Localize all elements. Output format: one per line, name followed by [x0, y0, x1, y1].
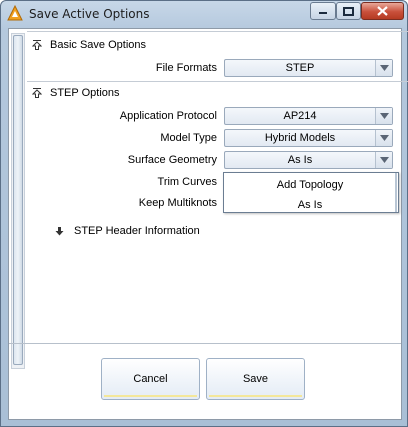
save-button[interactable]: Save: [206, 358, 305, 400]
model-type-label: Model Type: [160, 132, 217, 144]
file-formats-label: File Formats: [155, 62, 217, 74]
model-type-value: Hybrid Models: [264, 132, 336, 144]
surface-geometry-select[interactable]: As Is: [224, 151, 393, 169]
section-basic-header[interactable]: Basic Save Options: [32, 39, 146, 51]
maximize-icon: [343, 6, 354, 16]
expand-arrow-icon: [55, 226, 64, 235]
dropdown-option-add-topology[interactable]: Add Topology: [224, 179, 396, 197]
surface-geometry-dropdown-list[interactable]: Add Topology As Is: [223, 172, 399, 213]
dialog-content: Basic Save Options File Formats STEP STE…: [8, 28, 408, 420]
app-logo-icon: [7, 4, 23, 22]
trim-curves-label: Trim Curves: [157, 176, 217, 188]
file-formats-select[interactable]: STEP: [224, 59, 393, 77]
dialog-window: Save Active Options Basic Save Options F…: [0, 0, 408, 427]
surface-geometry-value: As Is: [287, 154, 313, 166]
minimize-button[interactable]: [310, 2, 336, 20]
vertical-scrollbar[interactable]: [11, 33, 25, 369]
model-type-select[interactable]: Hybrid Models: [224, 129, 393, 147]
section-step-header[interactable]: STEP Options: [32, 87, 120, 99]
chevron-down-icon[interactable]: [375, 152, 392, 168]
chevron-down-icon[interactable]: [375, 108, 392, 124]
application-protocol-value: AP214: [283, 110, 317, 122]
maximize-button[interactable]: [336, 2, 361, 20]
file-formats-value: STEP: [285, 62, 315, 74]
step-header-info-row[interactable]: STEP Header Information: [55, 225, 200, 237]
cancel-button[interactable]: Cancel: [101, 358, 200, 400]
scrollbar-thumb[interactable]: [13, 35, 23, 365]
surface-geometry-label: Surface Geometry: [127, 154, 217, 166]
collapse-icon: [32, 40, 42, 50]
keep-multiknots-label: Keep Multiknots: [138, 197, 217, 209]
window-title: Save Active Options: [29, 7, 150, 21]
dropdown-option-as-is[interactable]: As Is: [224, 199, 396, 217]
section-step-title: STEP Options: [50, 87, 120, 99]
divider: [27, 31, 408, 32]
divider: [9, 343, 401, 344]
collapse-icon: [32, 88, 42, 98]
chevron-down-icon[interactable]: [375, 60, 392, 76]
dropdown-scrollbar[interactable]: [395, 173, 397, 212]
chevron-down-icon[interactable]: [375, 130, 392, 146]
application-protocol-select[interactable]: AP214: [224, 107, 393, 125]
close-button[interactable]: [361, 2, 404, 20]
minimize-icon: [319, 12, 327, 14]
close-icon: [377, 6, 388, 16]
title-bar[interactable]: Save Active Options: [1, 1, 407, 27]
step-header-info-label: STEP Header Information: [74, 225, 200, 237]
application-protocol-label: Application Protocol: [119, 110, 217, 122]
section-basic-title: Basic Save Options: [50, 39, 146, 51]
divider: [27, 81, 408, 82]
